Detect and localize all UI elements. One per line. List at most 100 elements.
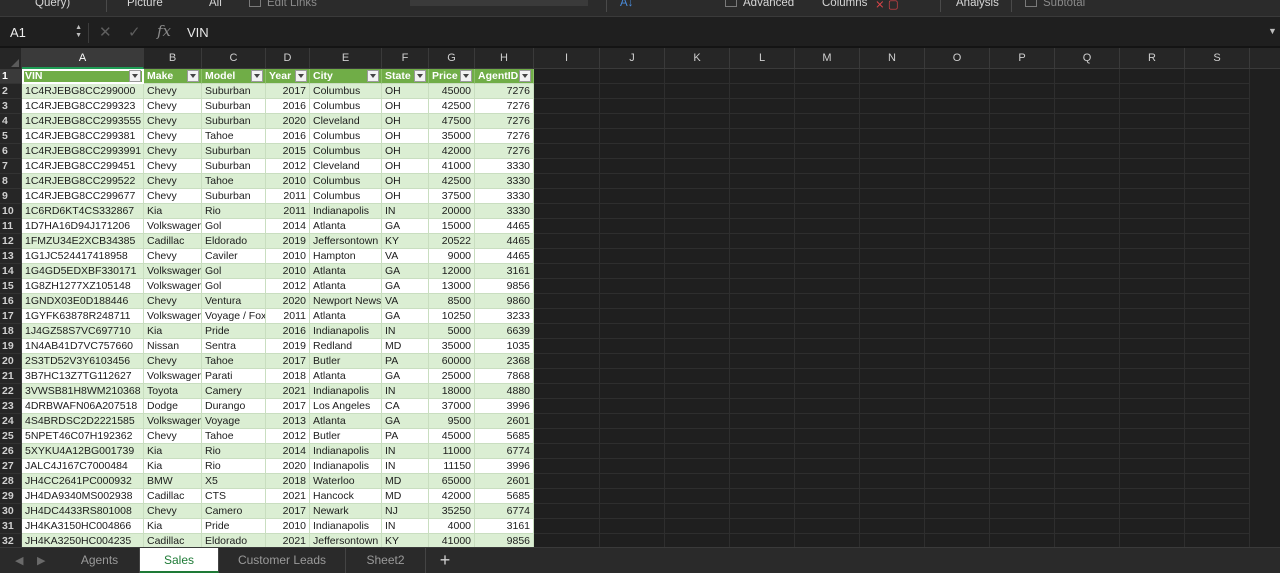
cell-state[interactable]: CA: [382, 399, 429, 414]
cell-city[interactable]: Columbus: [310, 84, 382, 99]
empty-cell[interactable]: [730, 534, 795, 547]
cell-vin[interactable]: JH4DC4433RS801008: [22, 504, 144, 519]
empty-cell[interactable]: [1120, 414, 1185, 429]
empty-cell[interactable]: [795, 234, 860, 249]
cell-city[interactable]: Columbus: [310, 174, 382, 189]
empty-cell[interactable]: [600, 534, 665, 547]
cell-vin[interactable]: 1C4RJEBG8CC299522: [22, 174, 144, 189]
cell-vin[interactable]: 5XYKU4A12BG001739: [22, 444, 144, 459]
empty-cell[interactable]: [1185, 69, 1250, 84]
empty-cell[interactable]: [860, 144, 925, 159]
empty-cell[interactable]: [600, 384, 665, 399]
cell-price[interactable]: 47500: [429, 114, 475, 129]
empty-cell[interactable]: [1185, 174, 1250, 189]
cell-vin[interactable]: 2S3TD52V3Y6103456: [22, 354, 144, 369]
cell-make[interactable]: Kia: [144, 204, 202, 219]
empty-cell[interactable]: [925, 504, 990, 519]
cell-model[interactable]: Gol: [202, 279, 266, 294]
cell-state[interactable]: IN: [382, 444, 429, 459]
empty-cell[interactable]: [990, 144, 1055, 159]
empty-cell[interactable]: [1055, 129, 1120, 144]
cell-make[interactable]: Chevy: [144, 189, 202, 204]
cell-model[interactable]: Parati: [202, 369, 266, 384]
empty-cell[interactable]: [860, 399, 925, 414]
empty-cell[interactable]: [795, 519, 860, 534]
empty-cell[interactable]: [925, 354, 990, 369]
empty-cell[interactable]: [925, 294, 990, 309]
empty-cell[interactable]: [990, 279, 1055, 294]
empty-cell[interactable]: [534, 84, 600, 99]
cell-make[interactable]: Cadillac: [144, 534, 202, 547]
empty-cell[interactable]: [925, 474, 990, 489]
empty-cell[interactable]: [925, 129, 990, 144]
row-header[interactable]: 22: [0, 384, 22, 399]
cell-model[interactable]: Camery: [202, 384, 266, 399]
empty-cell[interactable]: [1055, 414, 1120, 429]
cell-city[interactable]: Columbus: [310, 144, 382, 159]
cell-year[interactable]: 2013: [266, 414, 310, 429]
cell-state[interactable]: OH: [382, 84, 429, 99]
cell-city[interactable]: Columbus: [310, 99, 382, 114]
empty-cell[interactable]: [1185, 99, 1250, 114]
cell-state[interactable]: IN: [382, 204, 429, 219]
empty-cell[interactable]: [1120, 444, 1185, 459]
column-header-h[interactable]: H: [475, 48, 534, 69]
empty-cell[interactable]: [534, 384, 600, 399]
empty-cell[interactable]: [990, 309, 1055, 324]
empty-cell[interactable]: [1120, 69, 1185, 84]
empty-cell[interactable]: [534, 249, 600, 264]
cell-city[interactable]: Butler: [310, 354, 382, 369]
empty-cell[interactable]: [860, 279, 925, 294]
empty-cell[interactable]: [665, 144, 730, 159]
empty-cell[interactable]: [1185, 189, 1250, 204]
filter-dropdown-icon[interactable]: [460, 70, 472, 82]
cell-model[interactable]: Suburban: [202, 159, 266, 174]
header-cell-agentid[interactable]: AgentID: [475, 69, 534, 84]
row-header[interactable]: 3: [0, 99, 22, 114]
cell-agentid[interactable]: 6774: [475, 444, 534, 459]
empty-cell[interactable]: [665, 339, 730, 354]
empty-cell[interactable]: [1185, 204, 1250, 219]
cell-city[interactable]: Indianapolis: [310, 324, 382, 339]
empty-cell[interactable]: [795, 264, 860, 279]
empty-cell[interactable]: [795, 384, 860, 399]
row-header[interactable]: 31: [0, 519, 22, 534]
empty-cell[interactable]: [1120, 219, 1185, 234]
cell-state[interactable]: OH: [382, 159, 429, 174]
empty-cell[interactable]: [925, 264, 990, 279]
empty-cell[interactable]: [600, 354, 665, 369]
cell-vin[interactable]: 1C4RJEBG8CC299000: [22, 84, 144, 99]
cell-price[interactable]: 45000: [429, 429, 475, 444]
empty-cell[interactable]: [860, 264, 925, 279]
cell-vin[interactable]: 1D7HA16D94J171206: [22, 219, 144, 234]
empty-cell[interactable]: [925, 384, 990, 399]
empty-cell[interactable]: [990, 189, 1055, 204]
cell-price[interactable]: 25000: [429, 369, 475, 384]
cell-agentid[interactable]: 2368: [475, 354, 534, 369]
empty-cell[interactable]: [730, 414, 795, 429]
empty-cell[interactable]: [860, 504, 925, 519]
row-header[interactable]: 30: [0, 504, 22, 519]
cell-model[interactable]: Suburban: [202, 114, 266, 129]
empty-cell[interactable]: [795, 279, 860, 294]
select-all-corner[interactable]: [0, 48, 22, 69]
empty-cell[interactable]: [1120, 129, 1185, 144]
cell-model[interactable]: Suburban: [202, 84, 266, 99]
empty-cell[interactable]: [1055, 384, 1120, 399]
empty-cell[interactable]: [600, 99, 665, 114]
cell-price[interactable]: 15000: [429, 219, 475, 234]
empty-cell[interactable]: [860, 309, 925, 324]
empty-cell[interactable]: [600, 204, 665, 219]
cell-make[interactable]: Chevy: [144, 114, 202, 129]
empty-cell[interactable]: [665, 129, 730, 144]
empty-cell[interactable]: [795, 444, 860, 459]
row-header[interactable]: 16: [0, 294, 22, 309]
empty-cell[interactable]: [1185, 234, 1250, 249]
empty-cell[interactable]: [730, 489, 795, 504]
empty-cell[interactable]: [795, 294, 860, 309]
cell-vin[interactable]: 3B7HC13Z7TG112627: [22, 369, 144, 384]
empty-cell[interactable]: [665, 384, 730, 399]
row-header[interactable]: 5: [0, 129, 22, 144]
cell-make[interactable]: Toyota: [144, 384, 202, 399]
empty-cell[interactable]: [990, 399, 1055, 414]
